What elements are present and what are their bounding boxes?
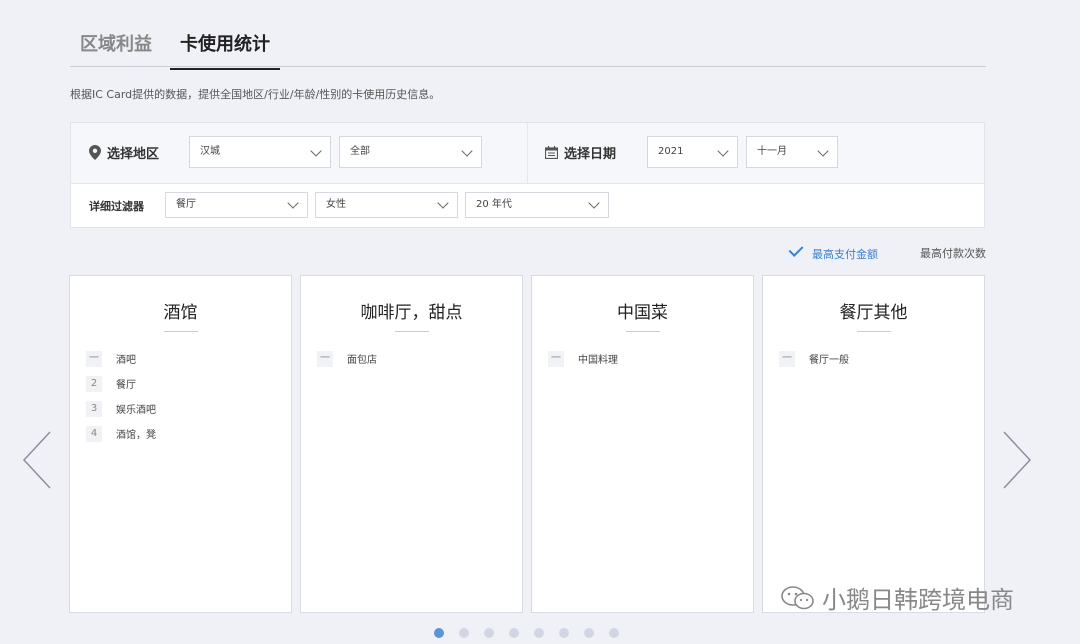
- rank-badge: 4: [86, 425, 102, 442]
- pagination-dot[interactable]: [459, 628, 469, 638]
- month-select-value: 十一月: [757, 146, 787, 157]
- card-divider: [857, 331, 891, 332]
- sort-highest-payment-amount[interactable]: 最高支付金额: [788, 242, 878, 262]
- tab-regional-benefits[interactable]: 区域利益: [80, 30, 152, 56]
- rank-badge: 3: [86, 400, 102, 417]
- item-name: 娱乐酒吧: [116, 405, 156, 416]
- chevron-down-icon: [287, 197, 299, 209]
- rank-badge: 一: [86, 350, 102, 367]
- card-divider: [626, 331, 660, 332]
- pagination-dot[interactable]: [484, 628, 494, 638]
- card-item-list: 一 中国料理: [548, 346, 618, 371]
- chevron-down-icon: [717, 145, 729, 157]
- gender-select-value: 女性: [326, 199, 346, 210]
- age-select[interactable]: 20 年代: [465, 192, 609, 218]
- chevron-down-icon: [817, 145, 829, 157]
- date-label-group: 选择日期: [545, 143, 616, 162]
- list-item: 3 娱乐酒吧: [86, 396, 156, 421]
- carousel-next-button[interactable]: [1002, 430, 1032, 490]
- district-select-value: 全部: [350, 146, 370, 157]
- item-name: 中国料理: [578, 355, 618, 366]
- filter-divider: [527, 123, 528, 183]
- sort-active-label: 最高支付金额: [812, 248, 878, 261]
- card-title: 酒馆: [163, 303, 198, 323]
- card-divider: [395, 331, 429, 332]
- chevron-down-icon: [588, 197, 600, 209]
- item-name: 餐厅: [116, 380, 136, 391]
- card-item-list: 一 餐厅一般: [779, 346, 849, 371]
- carousel-prev-button[interactable]: [22, 430, 52, 490]
- card-title: 中国菜: [617, 303, 668, 323]
- category-card-pub[interactable]: 酒馆 一 酒吧 2 餐厅 3 娱乐酒吧 4 酒馆，凳: [69, 275, 292, 613]
- card-divider: [164, 331, 198, 332]
- industry-select-value: 餐厅: [176, 199, 196, 210]
- wechat-icon: [781, 585, 814, 609]
- pagination-dot[interactable]: [584, 628, 594, 638]
- item-name: 酒馆，凳: [116, 430, 156, 441]
- chevron-down-icon: [461, 145, 473, 157]
- year-select-value: 2021: [658, 146, 684, 157]
- date-label: 选择日期: [564, 147, 617, 162]
- calendar-icon: [545, 146, 558, 159]
- location-pin-icon: [89, 145, 101, 160]
- rank-badge: 2: [86, 375, 102, 392]
- tab-bar: 区域利益 卡使用统计: [70, 20, 986, 70]
- rank-badge: 一: [548, 350, 564, 367]
- region-select[interactable]: 汉城: [189, 136, 331, 168]
- card-title: 餐厅其他: [839, 303, 908, 323]
- item-name: 餐厅一般: [809, 355, 849, 366]
- watermark-text: 小鹅日韩跨境电商: [822, 586, 1014, 614]
- year-select[interactable]: 2021: [647, 136, 738, 168]
- item-name: 酒吧: [116, 355, 136, 366]
- region-label: 选择地区: [107, 147, 160, 162]
- pagination-dot[interactable]: [509, 628, 519, 638]
- checkmark-icon: [788, 242, 804, 257]
- sort-highest-payment-count[interactable]: 最高付款次数: [920, 245, 986, 261]
- region-select-value: 汉城: [200, 146, 220, 157]
- chevron-down-icon: [310, 145, 322, 157]
- list-item: 一 酒吧: [86, 346, 156, 371]
- category-card-chinese-food[interactable]: 中国菜 一 中国料理: [531, 275, 754, 613]
- chevron-right-icon: [1003, 431, 1032, 489]
- pagination-dot[interactable]: [534, 628, 544, 638]
- card-item-list: 一 面包店: [317, 346, 377, 371]
- card-item-list: 一 酒吧 2 餐厅 3 娱乐酒吧 4 酒馆，凳: [86, 346, 156, 446]
- item-name: 面包店: [347, 355, 377, 366]
- watermark: 小鹅日韩跨境电商: [780, 580, 1014, 615]
- industry-select[interactable]: 餐厅: [165, 192, 308, 218]
- tab-card-usage-stats[interactable]: 卡使用统计: [170, 30, 280, 70]
- rank-badge: 一: [779, 350, 795, 367]
- list-item: 4 酒馆，凳: [86, 421, 156, 446]
- gender-select[interactable]: 女性: [315, 192, 458, 218]
- list-item: 一 面包店: [317, 346, 377, 371]
- filter-panel: 选择地区 汉城 全部 选择日期 2021 十一月 详细过滤器 餐厅 女性 20 …: [70, 122, 985, 228]
- page-description: 根据IC Card提供的数据，提供全国地区/行业/年龄/性别的卡使用历史信息。: [70, 88, 441, 101]
- pagination-dot[interactable]: [434, 628, 444, 638]
- region-label-group: 选择地区: [89, 143, 159, 162]
- detail-filter-label: 详细过滤器: [89, 200, 144, 213]
- rank-badge: 一: [317, 350, 333, 367]
- category-card-restaurant-other[interactable]: 餐厅其他 一 餐厅一般: [762, 275, 985, 613]
- carousel-pagination: [434, 628, 619, 638]
- card-title: 咖啡厅，甜点: [360, 303, 463, 323]
- list-item: 一 中国料理: [548, 346, 618, 371]
- month-select[interactable]: 十一月: [746, 136, 838, 168]
- district-select[interactable]: 全部: [339, 136, 482, 168]
- chevron-left-icon: [22, 431, 51, 489]
- category-card-cafe-dessert[interactable]: 咖啡厅，甜点 一 面包店: [300, 275, 523, 613]
- age-select-value: 20 年代: [476, 199, 512, 210]
- pagination-dot[interactable]: [609, 628, 619, 638]
- list-item: 2 餐厅: [86, 371, 156, 396]
- list-item: 一 餐厅一般: [779, 346, 849, 371]
- pagination-dot[interactable]: [559, 628, 569, 638]
- chevron-down-icon: [437, 197, 449, 209]
